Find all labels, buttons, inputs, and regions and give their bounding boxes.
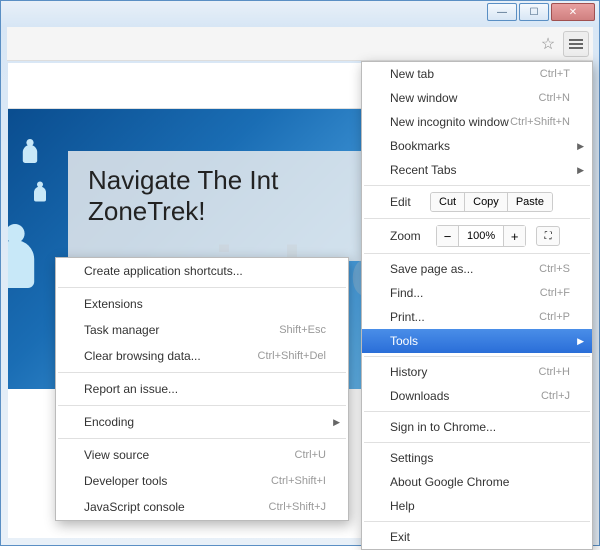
close-button[interactable]: ✕: [551, 3, 595, 21]
zoom-out-button[interactable]: −: [437, 226, 459, 246]
zoom-label: Zoom: [390, 229, 430, 243]
zoom-value: 100%: [459, 230, 503, 242]
menu-history[interactable]: HistoryCtrl+H: [362, 360, 592, 384]
chrome-menu-button[interactable]: [563, 31, 589, 57]
chrome-main-menu: New tabCtrl+T New windowCtrl+N New incog…: [361, 61, 593, 550]
submenu-clear-data[interactable]: Clear browsing data...Ctrl+Shift+Del: [56, 343, 348, 369]
menu-save-page[interactable]: Save page as...Ctrl+S: [362, 257, 592, 281]
minimize-button[interactable]: —: [487, 3, 517, 21]
cut-button[interactable]: Cut: [431, 193, 465, 211]
menu-settings[interactable]: Settings: [362, 446, 592, 470]
browser-toolbar: ☆: [7, 27, 593, 61]
menu-help[interactable]: Help: [362, 494, 592, 518]
menu-tools[interactable]: Tools▶: [362, 329, 592, 353]
menu-exit[interactable]: Exit: [362, 525, 592, 549]
paste-button[interactable]: Paste: [508, 193, 552, 211]
window-titlebar: — ☐ ✕: [1, 1, 599, 27]
menu-edit-row: Edit Cut Copy Paste: [362, 189, 592, 215]
menu-downloads[interactable]: DownloadsCtrl+J: [362, 384, 592, 408]
submenu-view-source[interactable]: View sourceCtrl+U: [56, 442, 348, 468]
submenu-encoding[interactable]: Encoding▶: [56, 409, 348, 435]
chevron-right-icon: ▶: [577, 336, 584, 347]
submenu-js-console[interactable]: JavaScript consoleCtrl+Shift+J: [56, 494, 348, 520]
menu-zoom-row: Zoom − 100% + ⛶: [362, 222, 592, 250]
people-graphic: [8, 119, 58, 379]
submenu-extensions[interactable]: Extensions: [56, 291, 348, 317]
chevron-right-icon: ▶: [577, 165, 584, 176]
chevron-right-icon: ▶: [333, 417, 340, 428]
menu-new-window[interactable]: New windowCtrl+N: [362, 86, 592, 110]
menu-bookmarks[interactable]: Bookmarks▶: [362, 134, 592, 158]
fullscreen-button[interactable]: ⛶: [536, 226, 560, 246]
submenu-create-shortcuts[interactable]: Create application shortcuts...: [56, 258, 348, 284]
submenu-task-manager[interactable]: Task managerShift+Esc: [56, 317, 348, 343]
menu-new-incognito[interactable]: New incognito windowCtrl+Shift+N: [362, 110, 592, 134]
copy-button[interactable]: Copy: [465, 193, 508, 211]
submenu-dev-tools[interactable]: Developer toolsCtrl+Shift+I: [56, 468, 348, 494]
menu-recent-tabs[interactable]: Recent Tabs▶: [362, 158, 592, 182]
zoom-in-button[interactable]: +: [503, 226, 525, 246]
tools-submenu: Create application shortcuts... Extensio…: [55, 257, 349, 521]
menu-new-tab[interactable]: New tabCtrl+T: [362, 62, 592, 86]
menu-signin[interactable]: Sign in to Chrome...: [362, 415, 592, 439]
maximize-button[interactable]: ☐: [519, 3, 549, 21]
menu-about[interactable]: About Google Chrome: [362, 470, 592, 494]
chevron-right-icon: ▶: [577, 141, 584, 152]
edit-label: Edit: [390, 195, 430, 209]
menu-print[interactable]: Print...Ctrl+P: [362, 305, 592, 329]
submenu-report-issue[interactable]: Report an issue...: [56, 376, 348, 402]
hamburger-icon: [569, 39, 583, 49]
menu-find[interactable]: Find...Ctrl+F: [362, 281, 592, 305]
bookmark-star-icon[interactable]: ☆: [537, 33, 559, 55]
browser-window: — ☐ ✕ ☆ Support Navigate The Int ZoneTre…: [0, 0, 600, 546]
